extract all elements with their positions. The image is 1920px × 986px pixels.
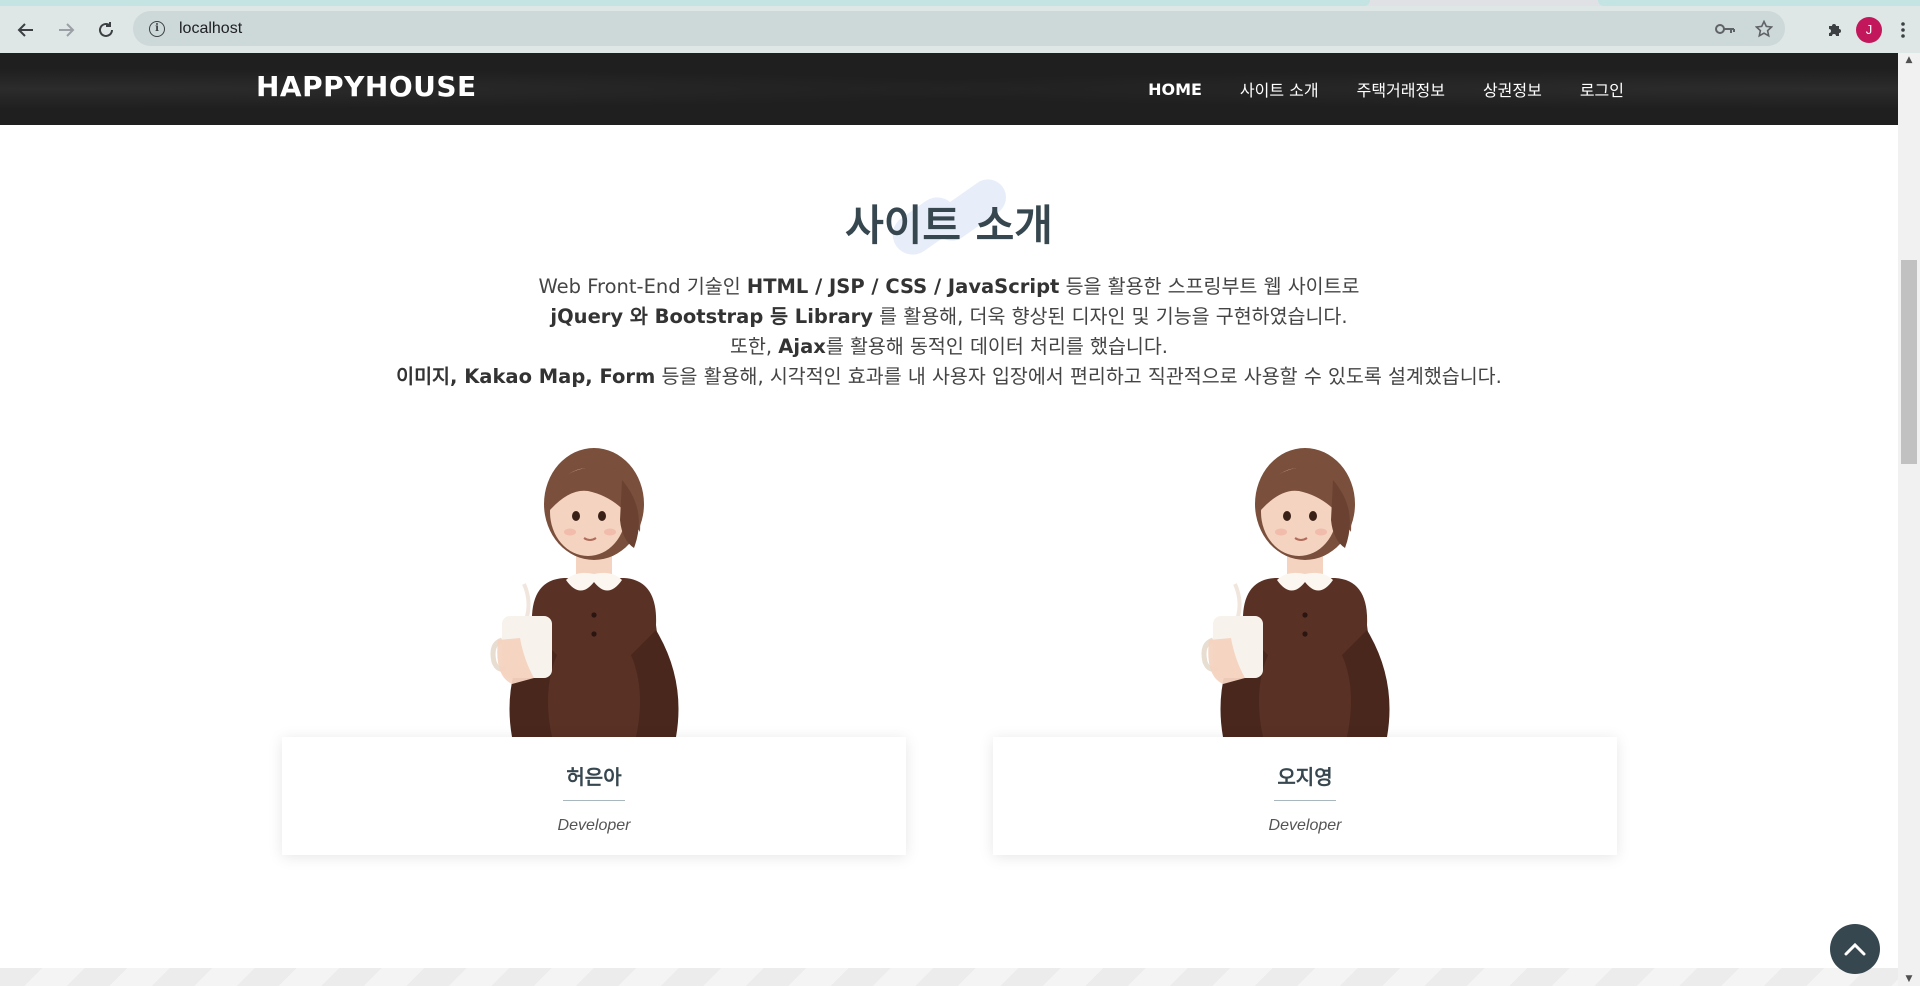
- intro-line: 또한, Ajax를 활용해 동적인 데이터 처리를 했습니다.: [0, 332, 1898, 362]
- name-divider: [563, 800, 625, 801]
- intro-keyword: 이미지, Kakao Map, Form: [396, 365, 656, 388]
- arrow-left-icon: [17, 22, 33, 37]
- name-divider: [1274, 800, 1336, 801]
- star-icon[interactable]: [1755, 19, 1773, 38]
- browser-menu-button[interactable]: [1886, 13, 1920, 47]
- intro-text-segment: 등을 활용한 스프링부트 웹 사이트로: [1059, 275, 1360, 298]
- scroll-down-arrow-icon[interactable]: ▼: [1898, 972, 1920, 986]
- site-header: HAPPYHOUSE HOME 사이트 소개 주택거래정보 상권정보 로그인: [0, 53, 1898, 125]
- forward-button[interactable]: [49, 13, 83, 47]
- site-logo[interactable]: HAPPYHOUSE: [256, 70, 477, 103]
- browser-chrome: i localhost J: [0, 0, 1920, 53]
- next-section-edge: [0, 968, 1898, 986]
- intro-text-segment: 또한,: [730, 335, 779, 358]
- scroll-up-arrow-icon[interactable]: ▲: [1898, 53, 1920, 67]
- member-card: 오지영 Developer: [993, 737, 1617, 855]
- intro-text-segment: 를 활용해 동적인 데이터 처리를 했습니다.: [825, 335, 1168, 358]
- info-icon[interactable]: i: [149, 20, 165, 37]
- kebab-menu-icon: [1901, 21, 1905, 38]
- puzzle-icon: [1829, 23, 1841, 36]
- member-card: 허은아 Developer: [282, 737, 906, 855]
- nav-home[interactable]: HOME: [1148, 80, 1202, 99]
- nav-login[interactable]: 로그인: [1580, 77, 1624, 101]
- nav-about[interactable]: 사이트 소개: [1240, 77, 1319, 101]
- intro-keyword: HTML / JSP / CSS / JavaScript: [746, 275, 1060, 298]
- intro-keyword: jQuery 와 Bootstrap 등 Library: [550, 305, 873, 328]
- avatar: J: [1856, 16, 1882, 43]
- browser-toolbar: i localhost: [0, 6, 1920, 53]
- member-portrait: [282, 440, 906, 737]
- intro-line: 이미지, Kakao Map, Form 등을 활용해, 시각적인 효과를 내 …: [0, 362, 1898, 392]
- reload-button[interactable]: [89, 13, 123, 47]
- intro-text-segment: 등을 활용해, 시각적인 효과를 내 사용자 입장에서 편리하고 직관적으로 사…: [655, 365, 1502, 388]
- intro-line: Web Front-End 기술인 HTML / JSP / CSS / Jav…: [0, 272, 1898, 302]
- member-portrait: [993, 440, 1617, 737]
- member-name: 허은아: [566, 765, 622, 789]
- chevron-up-icon: [1844, 942, 1866, 956]
- woman-with-cup-illustration: [1201, 448, 1390, 737]
- url-text: localhost: [179, 19, 243, 37]
- key-icon[interactable]: [1715, 23, 1735, 35]
- back-button[interactable]: [9, 13, 43, 47]
- intro-text: Web Front-End 기술인 HTML / JSP / CSS / Jav…: [0, 272, 1898, 392]
- team-member: 오지영 Developer: [993, 440, 1617, 855]
- nav-commercial[interactable]: 상권정보: [1483, 77, 1542, 101]
- reload-icon: [99, 21, 113, 37]
- intro-line: jQuery 와 Bootstrap 등 Library 를 활용해, 더욱 향…: [0, 302, 1898, 332]
- woman-with-cup-illustration: [490, 448, 679, 737]
- main-nav: HOME 사이트 소개 주택거래정보 상권정보 로그인: [1148, 53, 1624, 125]
- nav-house-deals[interactable]: 주택거래정보: [1357, 77, 1445, 101]
- scroll-thumb[interactable]: [1901, 260, 1917, 464]
- member-role: Developer: [1268, 817, 1342, 834]
- back-to-top-button[interactable]: [1830, 924, 1880, 974]
- member-role: Developer: [557, 817, 631, 834]
- page-scrollbar[interactable]: ▲ ▼: [1898, 53, 1920, 986]
- team-member: 허은아 Developer: [282, 440, 906, 855]
- intro-keyword: Ajax: [778, 335, 826, 358]
- address-bar[interactable]: i localhost: [133, 11, 1785, 46]
- arrow-right-icon: [59, 22, 75, 37]
- intro-text-segment: 를 활용해, 더욱 향상된 디자인 및 기능을 구현하였습니다.: [872, 305, 1348, 328]
- member-name: 오지영: [1277, 765, 1333, 789]
- section-title: 사이트 소개: [845, 201, 1053, 250]
- extensions-button[interactable]: [1818, 13, 1852, 47]
- intro-text-segment: Web Front-End 기술인: [538, 275, 747, 298]
- profile-button[interactable]: J: [1852, 13, 1886, 47]
